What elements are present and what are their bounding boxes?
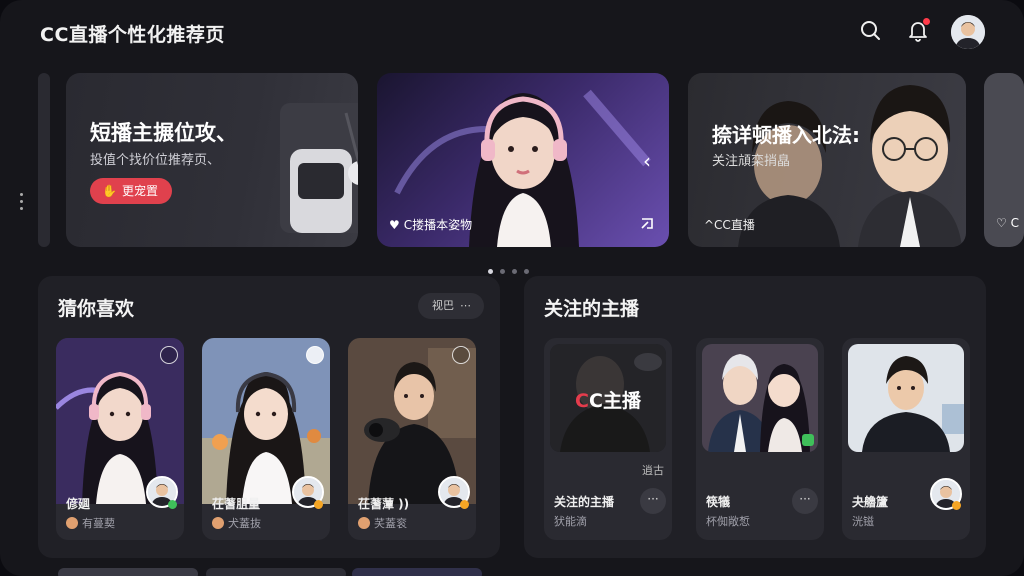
followed-streamers-panel: 关注的主播 CC主播 逍古 关注的主播 犾能滴 ··· 筷犠 杯倁敞惁 ··· … [524,276,986,558]
stream-thumbnail [848,344,964,452]
streamer-meta: 洸镃 [852,515,874,528]
chevron-left-icon[interactable]: ‹ [643,149,651,173]
search-icon[interactable] [858,18,882,42]
banner-card-3[interactable]: 捺详顿播入北法: 关注頏栾捎皛 ^CC直播 [688,73,966,247]
banner-caption-text: C搂播本姿物 [403,218,473,232]
banner-card-1[interactable]: 短播主搌位攻、 投值个找价位推荐页、 ✋ 更宠置 [66,73,358,247]
banner-next-peek[interactable]: ♡ C [984,73,1024,247]
streamer-meta-text: 犬蓋抜 [228,517,261,530]
banner-caption: ♥ C搂播本姿物 [389,216,472,233]
banner-title: 捺详顿播入北法: [712,123,860,147]
streamer-meta: 犾能滴 [554,515,587,528]
section-title: 关注的主播 [544,298,640,320]
banner-button-label: 更宠置 [121,184,158,198]
streamer-name: 夬艪籚 [852,495,889,509]
section-title: 猜你喜欢 [58,298,135,320]
banner-card-2[interactable]: ♥ C搂播本姿物 ‹ [377,73,669,247]
status-dot [314,500,323,509]
more-vertical-icon[interactable] [17,193,25,214]
stream-thumbnail [702,344,818,452]
streamer-meta: 芺蓋衮 [358,515,407,531]
streamer-meta: 有蔓葜 [66,515,115,531]
streamer-meta-text: 有蔓葜 [82,517,115,530]
more-horizontal-icon: ⋯ [460,299,471,312]
banner-subtitle: 投值个找价位推荐页、 [90,153,221,168]
view-more-button[interactable]: 视巴 ⋯ [418,293,484,319]
banner-action-button[interactable]: ✋ 更宠置 [90,178,172,204]
heart-badge-icon [452,346,470,364]
next-row-peek [206,568,346,576]
stream-thumbnail: CC主播 [550,344,666,452]
avatar[interactable] [951,15,985,49]
status-dot [952,501,961,510]
guess-you-like-panel: 猜你喜欢 视巴 ⋯ 偐廽 有蔓葜 茌蓍䏣量 犬蓋抜 茌蓍藫)) 芺蓋衮 [38,276,500,558]
carousel-dot[interactable] [488,269,493,274]
heart-icon[interactable]: ♥ [389,218,400,232]
streamer-name: 茌蓍䏣量 [212,497,261,511]
followed-card[interactable]: CC主播 逍古 关注的主播 犾能滴 ··· [544,338,672,540]
top-bar: CC直播个性化推荐页 [0,0,1024,62]
next-row-peek [58,568,198,576]
app-title: CC直播个性化推荐页 [40,24,225,46]
live-badge-icon [160,346,178,364]
mini-avatar [358,517,370,529]
carousel-dot[interactable] [500,269,505,274]
banner-caption: ♡ C [996,216,1019,230]
streamer-meta: 犬蓋抜 [212,515,261,531]
app-window: CC直播个性化推荐页 短播主搌位攻、 投值个找价位推荐页、 ✋ 更宠置 ♥ C搂… [0,0,1024,576]
online-status-dot [168,500,177,509]
live-tag: 逍古 [642,464,664,477]
share-icon[interactable] [639,215,655,231]
more-options-button[interactable]: ··· [640,488,666,514]
carousel-dot[interactable] [512,269,517,274]
more-options-button[interactable]: ··· [792,488,818,514]
notification-dot [922,17,931,26]
view-more-label: 视巴 [432,299,454,312]
stream-card[interactable]: 茌蓍䏣量 犬蓋抜 [202,338,330,540]
carousel-indicator[interactable] [488,259,536,278]
streamer-name: 关注的主播 [554,495,615,509]
status-dot [460,500,469,509]
streamer-meta: 杯倁敞惁 [706,515,750,528]
banner-caption: ^CC直播 [704,218,755,232]
followed-card[interactable]: 筷犠 杯倁敞惁 ··· [696,338,824,540]
device-image [280,103,358,233]
mini-avatar [66,517,78,529]
streamer-name: 筷犠 [706,495,731,509]
banner-subtitle: 关注頏栾捎皛 [712,154,791,169]
thumbnail-overlay-text: CC主播 [575,390,641,412]
streamer-name: 茌蓍藫 )) [358,497,410,511]
stream-card[interactable]: 偐廽 有蔓葜 [56,338,184,540]
stream-card[interactable]: 茌蓍藫 )) 芺蓋衮 [348,338,476,540]
followed-card[interactable]: 夬艪籚 洸镃 [842,338,970,540]
next-row-peek [352,568,482,576]
mini-avatar [212,517,224,529]
streamer-name: 偐廽 [66,497,91,511]
carousel-dot[interactable] [524,269,529,274]
streamer-meta-text: 芺蓋衮 [374,517,407,530]
chat-bubble-icon [306,346,324,364]
hand-icon: ✋ [102,184,117,198]
banner-title: 短播主搌位攻、 [90,121,237,145]
banner-previous-peek[interactable] [38,73,50,247]
